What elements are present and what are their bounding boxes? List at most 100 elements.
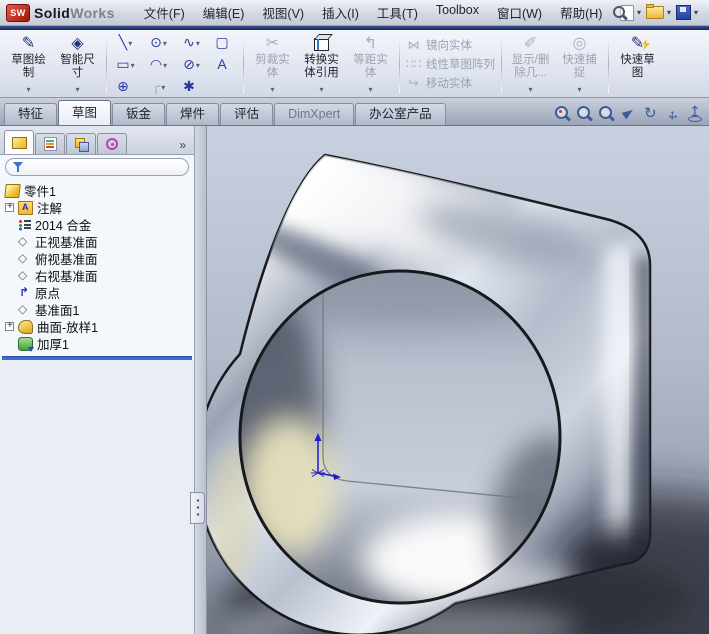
save-icon[interactable] [675, 5, 691, 20]
panel-tab-bar: » [0, 126, 195, 155]
dropdown-arrow-icon[interactable]: ▾ [577, 85, 581, 96]
view-tool-button[interactable] [576, 105, 594, 123]
expand-toggle[interactable] [5, 320, 14, 331]
command-tab[interactable]: 草图 [58, 100, 112, 125]
display-delete-relations-button[interactable]: ✐ 显示/删除几... ▾ [506, 32, 555, 96]
panel-splitter[interactable] [195, 126, 207, 634]
panel-overflow-chevron[interactable]: » [175, 138, 190, 154]
open-folder-icon[interactable] [645, 4, 664, 19]
dropdown-arrow-icon[interactable]: ▾ [368, 85, 372, 96]
sketch-draw-button[interactable]: ✎ 草图绘制 ▾ [4, 32, 53, 96]
model-canvas[interactable] [207, 126, 709, 634]
dropdown-arrow-icon[interactable] [163, 33, 167, 51]
dropdown-arrow-icon[interactable] [131, 55, 135, 73]
tree-item[interactable]: 曲面-放样1 [2, 318, 194, 335]
dropdown-arrow-icon[interactable]: ▾ [75, 85, 79, 96]
sketch-entity-button[interactable]: ╲ [109, 32, 142, 53]
main-area: » 零件1 注解 [0, 126, 709, 634]
convert-entities-button[interactable]: 转换实体引用 ▾ [297, 32, 346, 96]
sketch-entity-button[interactable]: ◠ [142, 54, 175, 75]
tree-item-icon [18, 302, 31, 316]
sketch-entity-button[interactable]: ▢ [208, 32, 241, 53]
dropdown-arrow-icon[interactable]: ▾ [270, 85, 274, 96]
dropdown-arrow-icon[interactable] [128, 33, 132, 51]
dropdown-arrow-icon[interactable]: ▾ [667, 8, 671, 17]
view-tool-button[interactable] [664, 105, 682, 123]
view-tool-button[interactable] [554, 105, 572, 123]
view-tool-button[interactable] [642, 104, 660, 123]
command-tab[interactable]: 特征 [4, 103, 58, 125]
tree-item[interactable]: 俯视基准面 [2, 250, 194, 268]
graphics-viewport[interactable] [207, 126, 709, 634]
rapid-sketch-button[interactable]: ✎ 快速草图 ▾ [613, 32, 662, 96]
titlebar: SW SolidWorks 文件(F) 编辑(E) 视图(V) 插入(I) 工具(T) T… [0, 0, 709, 26]
tree-item[interactable]: 零件1 [2, 182, 194, 199]
menu-item[interactable]: Toolbox [427, 1, 488, 24]
menu-item[interactable]: 帮助(H) [551, 1, 611, 24]
panel-collapse-handle[interactable]: ◂ ◂ ◂ [190, 492, 205, 524]
trim-entities-button[interactable]: ✂ 剪裁实体 ▾ [248, 32, 297, 96]
tree-filter-input[interactable] [28, 160, 183, 174]
view-tool-button[interactable] [686, 103, 704, 123]
dropdown-arrow-icon[interactable] [196, 33, 200, 51]
ribbon-row-button[interactable]: ∷∷ 线性草图阵列 [406, 56, 495, 72]
sketch-entity-button[interactable]: ⊘ [175, 54, 208, 75]
search-icon[interactable] [611, 5, 625, 21]
sketch-entity-button[interactable]: ⊙ [142, 32, 175, 53]
command-tab[interactable]: DimXpert [274, 103, 355, 125]
pencil-icon: ✎ [21, 35, 36, 52]
quick-snaps-button[interactable]: ◎ 快速捕捉 ▾ [555, 32, 604, 96]
menu-item[interactable]: 编辑(E) [194, 1, 254, 24]
offset-entities-button[interactable]: ↰ 等距实体 ▾ [346, 32, 395, 96]
ribbon-row-button[interactable]: ↪ 移动实体 [406, 75, 495, 91]
tree-item[interactable]: 基准面1 [2, 301, 194, 319]
sketch-entity-button[interactable]: ⊕ [109, 76, 142, 97]
panel-tab-icon [43, 137, 57, 151]
command-tab[interactable]: 办公室产品 [355, 103, 446, 125]
sketch-entity-button[interactable]: ╭ [142, 76, 175, 97]
command-tab[interactable]: 钣金 [112, 103, 166, 125]
command-tab[interactable]: 焊件 [166, 103, 220, 125]
panel-tab[interactable] [4, 130, 34, 154]
tree-item-icon [18, 200, 33, 215]
command-tab[interactable]: 评估 [220, 103, 274, 125]
panel-tab[interactable] [97, 133, 127, 154]
ribbon-row-button[interactable]: ⋈ 镜向实体 [406, 37, 495, 53]
collapse-arrow-icon: ◂ [195, 504, 199, 511]
entity-icon: ╲ [118, 34, 128, 50]
panel-tab[interactable] [66, 133, 96, 154]
dropdown-arrow-icon[interactable] [161, 77, 165, 95]
quick-access-toolbar: ▾ ▾ ▾ [619, 4, 703, 21]
dropdown-arrow-icon[interactable]: ▾ [528, 85, 532, 96]
view-tool-button[interactable] [620, 105, 638, 123]
sketch-entity-button[interactable]: A [208, 54, 241, 75]
dropdown-arrow-icon[interactable]: ▾ [319, 85, 323, 96]
menu-item[interactable]: 插入(I) [313, 1, 368, 24]
dropdown-arrow-icon[interactable] [196, 55, 200, 73]
smart-dimension-button[interactable]: ◈ 智能尺寸 ▾ [53, 32, 102, 96]
tree-item[interactable]: 右视基准面 [2, 267, 194, 285]
dropdown-arrow-icon[interactable]: ▾ [26, 85, 30, 96]
app-logo: SW SolidWorks [6, 3, 115, 22]
tree-item[interactable]: 加厚1 [2, 335, 194, 352]
sketch-entity-button[interactable]: ∿ [175, 32, 208, 53]
view-tool-button[interactable] [598, 105, 616, 123]
menu-item[interactable]: 文件(F) [135, 1, 194, 24]
menu-item[interactable]: 窗口(W) [488, 1, 551, 24]
tree-filter-box[interactable] [5, 158, 190, 176]
dropdown-arrow-icon[interactable] [163, 55, 167, 73]
tree-item[interactable]: 原点 [2, 284, 194, 302]
tree-item-icon [18, 234, 31, 248]
menu-item[interactable]: 视图(V) [253, 1, 313, 24]
panel-tab[interactable] [35, 133, 65, 154]
tree-item[interactable]: 正视基准面 [2, 233, 194, 251]
expand-toggle[interactable] [5, 201, 14, 212]
menu-item[interactable]: 工具(T) [368, 1, 427, 24]
dropdown-arrow-icon[interactable]: ▾ [637, 8, 641, 17]
dropdown-arrow-icon[interactable]: ▾ [694, 8, 698, 17]
sketch-entity-button[interactable]: ▭ [109, 54, 142, 75]
entity-icon: ⊙ [150, 34, 162, 50]
sketch-entity-button[interactable]: ✱ [175, 76, 208, 97]
tree-item[interactable]: 注解 [2, 199, 194, 216]
tree-item[interactable]: 2014 合金 [2, 216, 194, 233]
